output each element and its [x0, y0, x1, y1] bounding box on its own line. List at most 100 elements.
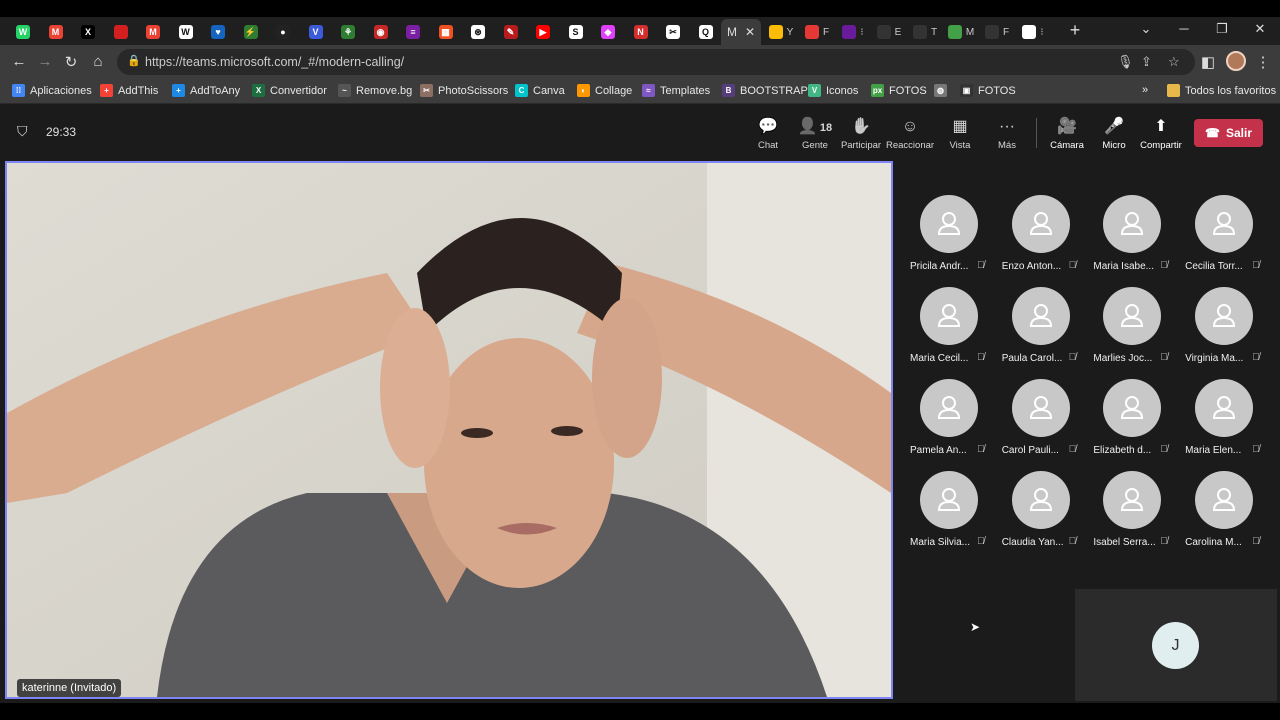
spotlight-video[interactable]: katerinne (Invitado)	[5, 161, 893, 699]
participant-tile[interactable]: Marlies Joc... 🎙̸	[1088, 287, 1180, 379]
participant-tile[interactable]: Elizabeth d... 🎙̸	[1088, 379, 1180, 471]
participant-tile[interactable]: Carolina M... 🎙̸	[1180, 471, 1272, 563]
browser-tab[interactable]: ⁝	[836, 20, 870, 44]
close-tab-icon[interactable]: ✕	[745, 25, 755, 39]
browser-tab[interactable]: ⚘	[335, 20, 361, 44]
call-timer: 29:33	[46, 125, 77, 139]
participant-tile[interactable]: Cecilia Torr... 🎙̸	[1180, 195, 1272, 287]
browser-tab[interactable]: T	[908, 20, 942, 44]
back-icon[interactable]: ←	[10, 53, 28, 70]
participant-tile[interactable]: Enzo Anton... 🎙̸	[997, 195, 1089, 287]
bookmark-item[interactable]: ~ Remove.bg	[338, 84, 412, 97]
self-view[interactable]: J	[1075, 589, 1277, 701]
bookmark-item[interactable]: ⁞⁞ Aplicaciones	[12, 84, 92, 97]
shield-icon[interactable]: ⛉	[17, 123, 28, 140]
control-label: Micro	[1102, 140, 1126, 151]
all-bookmarks[interactable]: Todos los favoritos	[1167, 84, 1276, 97]
new-tab-button[interactable]: +	[1066, 20, 1084, 41]
browser-tab[interactable]: ◆	[595, 20, 621, 44]
bookmark-item[interactable]: ◍	[934, 84, 952, 97]
browser-tab[interactable]: F	[980, 20, 1014, 44]
participant-tile[interactable]: Carol Pauli... 🎙̸	[997, 379, 1089, 471]
browser-tab[interactable]: N	[628, 20, 654, 44]
bookmark-star-icon[interactable]: ☆	[1168, 54, 1180, 70]
mic-search-icon[interactable]: 🎙	[1117, 54, 1134, 70]
browser-tab[interactable]: W	[10, 20, 36, 44]
browser-tab[interactable]: ⊛	[465, 20, 491, 44]
bookmark-item[interactable]: X Convertidor	[252, 84, 327, 97]
browser-tab[interactable]: ⚡	[238, 20, 264, 44]
browser-tab[interactable]: V	[303, 20, 329, 44]
participant-tile[interactable]: Maria Isabe... 🎙̸	[1088, 195, 1180, 287]
toolbar-more-button[interactable]: ··· Más	[983, 116, 1031, 151]
share-icon[interactable]: ⇪	[1141, 54, 1152, 70]
participant-tile[interactable]: Virginia Ma... 🎙̸	[1180, 287, 1272, 379]
toolbar-people-button[interactable]: 👤 18 Gente	[791, 116, 839, 151]
omnibox[interactable]: 🔒 https://teams.microsoft.com/_#/modern-…	[117, 49, 1195, 75]
participant-avatar	[1011, 287, 1070, 345]
reload-icon[interactable]: ↻	[62, 53, 80, 71]
browser-tab[interactable]: Y	[764, 20, 798, 44]
browser-tab[interactable]: ✂	[660, 20, 686, 44]
browser-tab[interactable]: ≡	[400, 20, 426, 44]
browser-tab[interactable]: Q	[693, 20, 719, 44]
participant-tile[interactable]: Isabel Serra... 🎙̸	[1088, 471, 1180, 563]
participant-tile[interactable]: Maria Cecil... 🎙̸	[905, 287, 997, 379]
browser-tab[interactable]: E	[872, 20, 906, 44]
browser-tab[interactable]: X	[75, 20, 101, 44]
browser-tab[interactable]: ⁝	[1016, 20, 1050, 44]
participant-tile[interactable]: Pricila Andr... 🎙̸	[905, 195, 997, 287]
participant-tile[interactable]: Paula Carol... 🎙̸	[997, 287, 1089, 379]
browser-tab[interactable]: ♥	[205, 20, 231, 44]
leave-button[interactable]: ☎ Salir	[1194, 119, 1263, 147]
browser-tab[interactable]: F	[800, 20, 834, 44]
bookmark-item[interactable]: + AddThis	[100, 84, 158, 97]
participant-tile[interactable]: Maria Elen... 🎙̸	[1180, 379, 1272, 471]
camera-off-button[interactable]: 🎥 Cámara	[1043, 116, 1091, 151]
person-icon	[1213, 488, 1236, 511]
maximize-icon[interactable]: ❐	[1212, 21, 1232, 37]
bookmark-item[interactable]: ≈ Templates	[642, 84, 710, 97]
browser-tab[interactable]: W	[173, 20, 199, 44]
bookmark-item[interactable]: ◐ Collage	[577, 84, 632, 97]
close-window-icon[interactable]: ✕	[1250, 21, 1270, 37]
participant-tile[interactable]: Claudia Yan... 🎙̸	[997, 471, 1089, 563]
browser-tab[interactable]: ▦	[433, 20, 459, 44]
tab-search-icon[interactable]: ⌄	[1136, 21, 1156, 37]
browser-tab[interactable]: ◉	[368, 20, 394, 44]
browser-tab[interactable]: ✎	[498, 20, 524, 44]
bookmark-item[interactable]: px FOTOS	[871, 84, 927, 97]
browser-tab[interactable]: S	[563, 20, 589, 44]
browser-tab[interactable]: M	[140, 20, 166, 44]
side-panel-icon[interactable]: ◧	[1199, 53, 1217, 71]
mic-off-button[interactable]: 🎤 Micro	[1090, 116, 1138, 151]
tab-title: F	[822, 26, 830, 38]
bookmark-item[interactable]: C Canva	[515, 84, 565, 97]
url-text[interactable]: https://teams.microsoft.com/_#/modern-ca…	[145, 55, 404, 69]
toolbar-chat-button[interactable]: 💬 Chat	[744, 116, 792, 151]
menu-icon[interactable]: ⋮	[1254, 53, 1272, 71]
toolbar-smile-button[interactable]: ☺ Reaccionar	[886, 116, 934, 151]
bookmark-item[interactable]: ▣ FOTOS	[960, 84, 1016, 97]
toolbar-view-grid-button[interactable]: ▦ Vista	[936, 116, 984, 151]
browser-tab[interactable]: ▶	[530, 20, 556, 44]
browser-tab[interactable]: ●	[270, 20, 296, 44]
participant-tile[interactable]: Maria Silvia... 🎙̸	[905, 471, 997, 563]
browser-tab[interactable]: M	[43, 20, 69, 44]
browser-tab[interactable]	[108, 20, 134, 44]
share-screen-button[interactable]: ⬆ Compartir	[1137, 116, 1185, 151]
more-bookmarks-icon[interactable]: »	[1142, 84, 1148, 96]
toolbar-raise-hand-button[interactable]: ✋ Participar	[837, 116, 885, 151]
bookmark-item[interactable]: + AddToAny	[172, 84, 240, 97]
bookmark-item[interactable]: B BOOTSTRAP	[722, 84, 808, 97]
profile-avatar[interactable]	[1226, 51, 1246, 71]
bookmark-item[interactable]: V Iconos	[808, 84, 858, 97]
minimize-icon[interactable]: ─	[1174, 21, 1194, 36]
active-tab[interactable]: M ✕	[721, 19, 761, 45]
forward-icon[interactable]: →	[36, 53, 54, 70]
bookmark-item[interactable]: ✂ PhotoScissors	[420, 84, 508, 97]
site-info-icon[interactable]: 🔒	[127, 54, 141, 67]
home-icon[interactable]: ⌂	[89, 53, 107, 70]
participant-tile[interactable]: Pamela An... 🎙̸	[905, 379, 997, 471]
browser-tab[interactable]: M	[944, 20, 978, 44]
